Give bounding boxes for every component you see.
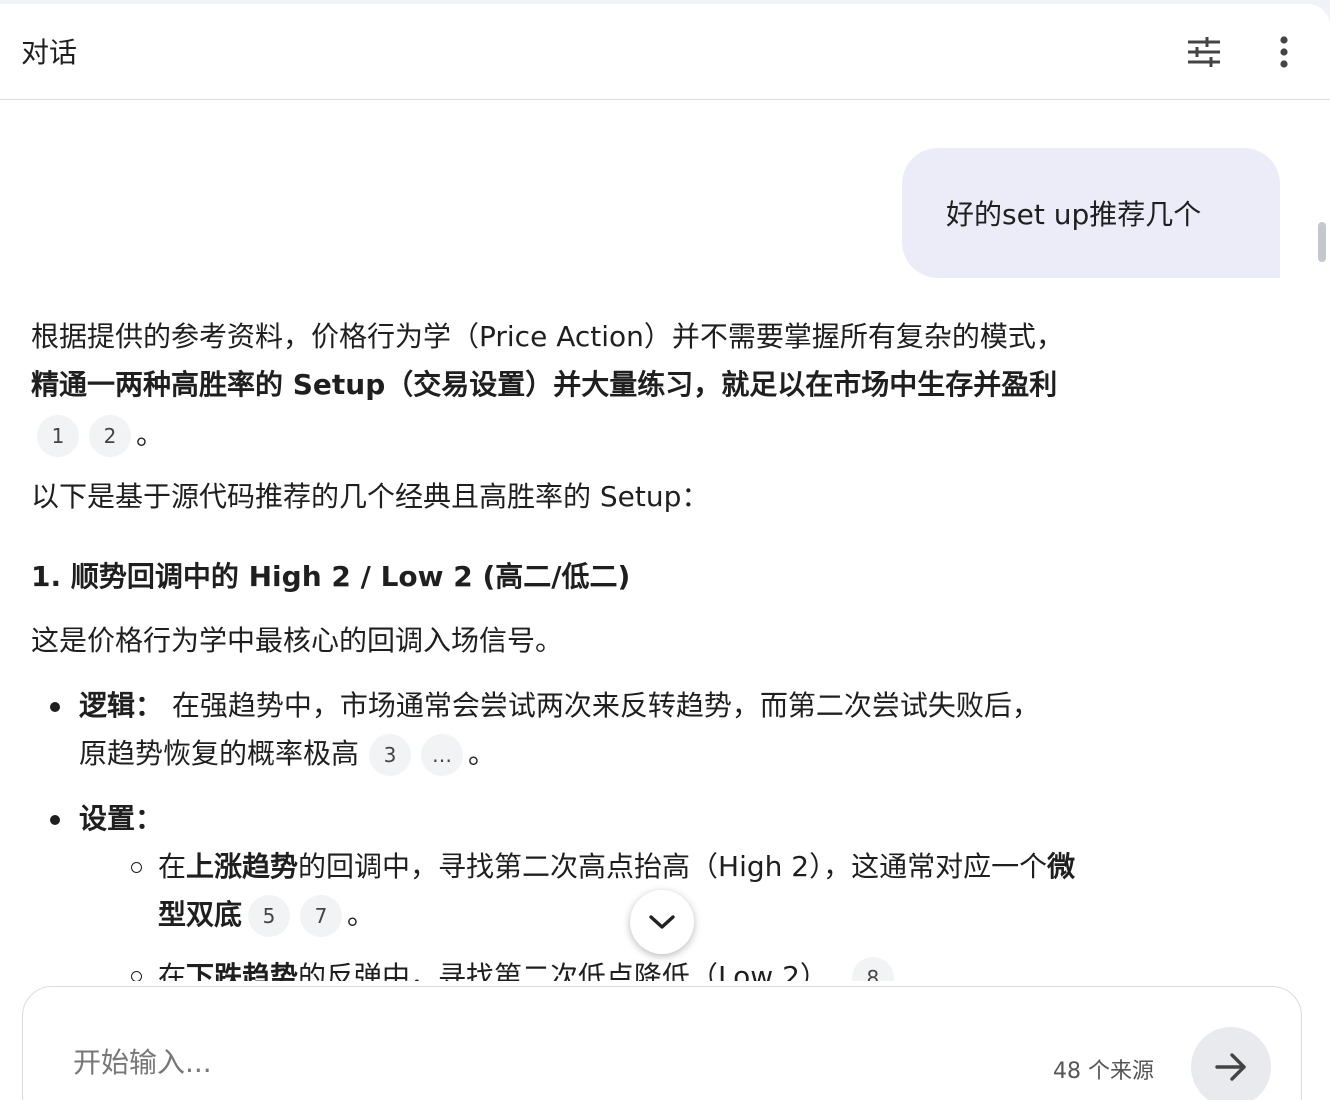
setup-uptrend-line-2: 型双底 5 7。	[158, 891, 375, 939]
logic-label: 逻辑：	[79, 689, 164, 722]
section-1-description: 这是价格行为学中最核心的回调入场信号。	[31, 624, 564, 657]
scrollbar-thumb[interactable]	[1318, 222, 1326, 262]
chat-input[interactable]	[71, 1033, 975, 1091]
citation-chip[interactable]: 7	[300, 895, 343, 937]
answer-intro-bold: 精通一两种高胜率的 Setup（交易设置）并大量练习，就足以在市场中生存并盈利	[31, 368, 1058, 401]
period: 。	[347, 898, 376, 931]
citation-chip[interactable]: 5	[248, 895, 291, 937]
text: 在	[158, 850, 187, 883]
bullet-dot	[50, 702, 60, 712]
chat-input-box: 48 个来源	[22, 986, 1302, 1100]
citation-chip[interactable]: 3	[369, 734, 412, 776]
chat-content: 好的set up推荐几个 根据提供的参考资料，价格行为学（Price Actio…	[0, 101, 1310, 981]
text: 在	[158, 960, 187, 981]
intro-citations: 1 2。	[31, 411, 164, 459]
scroll-to-bottom-button[interactable]	[630, 890, 694, 954]
sources-count: 48 个来源	[1053, 1059, 1154, 1084]
chat-header: 对话	[0, 4, 1330, 100]
tune-icon	[1188, 37, 1220, 67]
text-bold: 型双底	[158, 898, 243, 931]
tune-button[interactable]	[1180, 28, 1228, 76]
logic-text: 在强趋势中，市场通常会尝试两次来反转趋势，而第二次尝试失败后，	[163, 689, 1040, 722]
arrow-right-icon	[1215, 1053, 1246, 1081]
answer-intro-line-1: 根据提供的参考资料，价格行为学（Price Action）并不需要掌握所有复杂的…	[31, 320, 1064, 353]
setup-downtrend-line: 在下跌趋势的反弹中，寻找第二次低点降低（Low 2） 8	[158, 953, 899, 981]
text-bold: 下跌趋势	[186, 960, 299, 981]
setup-label: 设置：	[79, 802, 164, 835]
bullet-dot	[50, 815, 60, 825]
text: 的反弹中，寻找第二次低点降低（Low 2）	[298, 960, 828, 981]
text-bold: 上涨趋势	[186, 850, 299, 883]
more-options-button[interactable]	[1260, 28, 1308, 76]
period: 。	[136, 418, 165, 451]
logic-text-2: 原趋势恢复的概率极高	[79, 737, 360, 770]
sub-bullet-circle	[131, 971, 142, 981]
logic-line-2: 原趋势恢复的概率极高 3…。	[79, 730, 496, 778]
sub-bullet-circle	[131, 862, 142, 873]
send-button[interactable]	[1191, 1027, 1271, 1100]
citation-chip[interactable]: 8	[851, 957, 894, 981]
citation-chip[interactable]: 2	[89, 415, 131, 457]
answer-intro-line-3: 以下是基于源代码推荐的几个经典且高胜率的 Setup：	[31, 480, 710, 513]
text: 的回调中，寻找第二次高点抬高（High 2），这通常对应一个	[298, 850, 1048, 883]
user-message-bubble: 好的set up推荐几个	[902, 148, 1280, 278]
section-1-title: 1. 顺势回调中的 High 2 / Low 2 (高二/低二)	[31, 560, 631, 593]
citation-chip[interactable]: 1	[37, 415, 79, 457]
text-bold: 微	[1047, 850, 1076, 883]
chat-title: 对话	[21, 36, 78, 69]
setup-uptrend-line-1: 在上涨趋势的回调中，寻找第二次高点抬高（High 2），这通常对应一个微	[158, 843, 1075, 891]
citation-chip-more[interactable]: …	[421, 734, 464, 776]
chat-panel: 对话 好的set up推荐几个 根据提供的参考资料，价格行为学（Price Ac…	[0, 4, 1330, 1100]
chevron-down-icon	[649, 915, 675, 929]
logic-line-1: 逻辑： 在强趋势中，市场通常会尝试两次来反转趋势，而第二次尝试失败后，	[79, 682, 1040, 730]
period: 。	[468, 737, 497, 770]
more-vert-icon	[1280, 36, 1288, 68]
user-message-text: 好的set up推荐几个	[946, 198, 1202, 231]
